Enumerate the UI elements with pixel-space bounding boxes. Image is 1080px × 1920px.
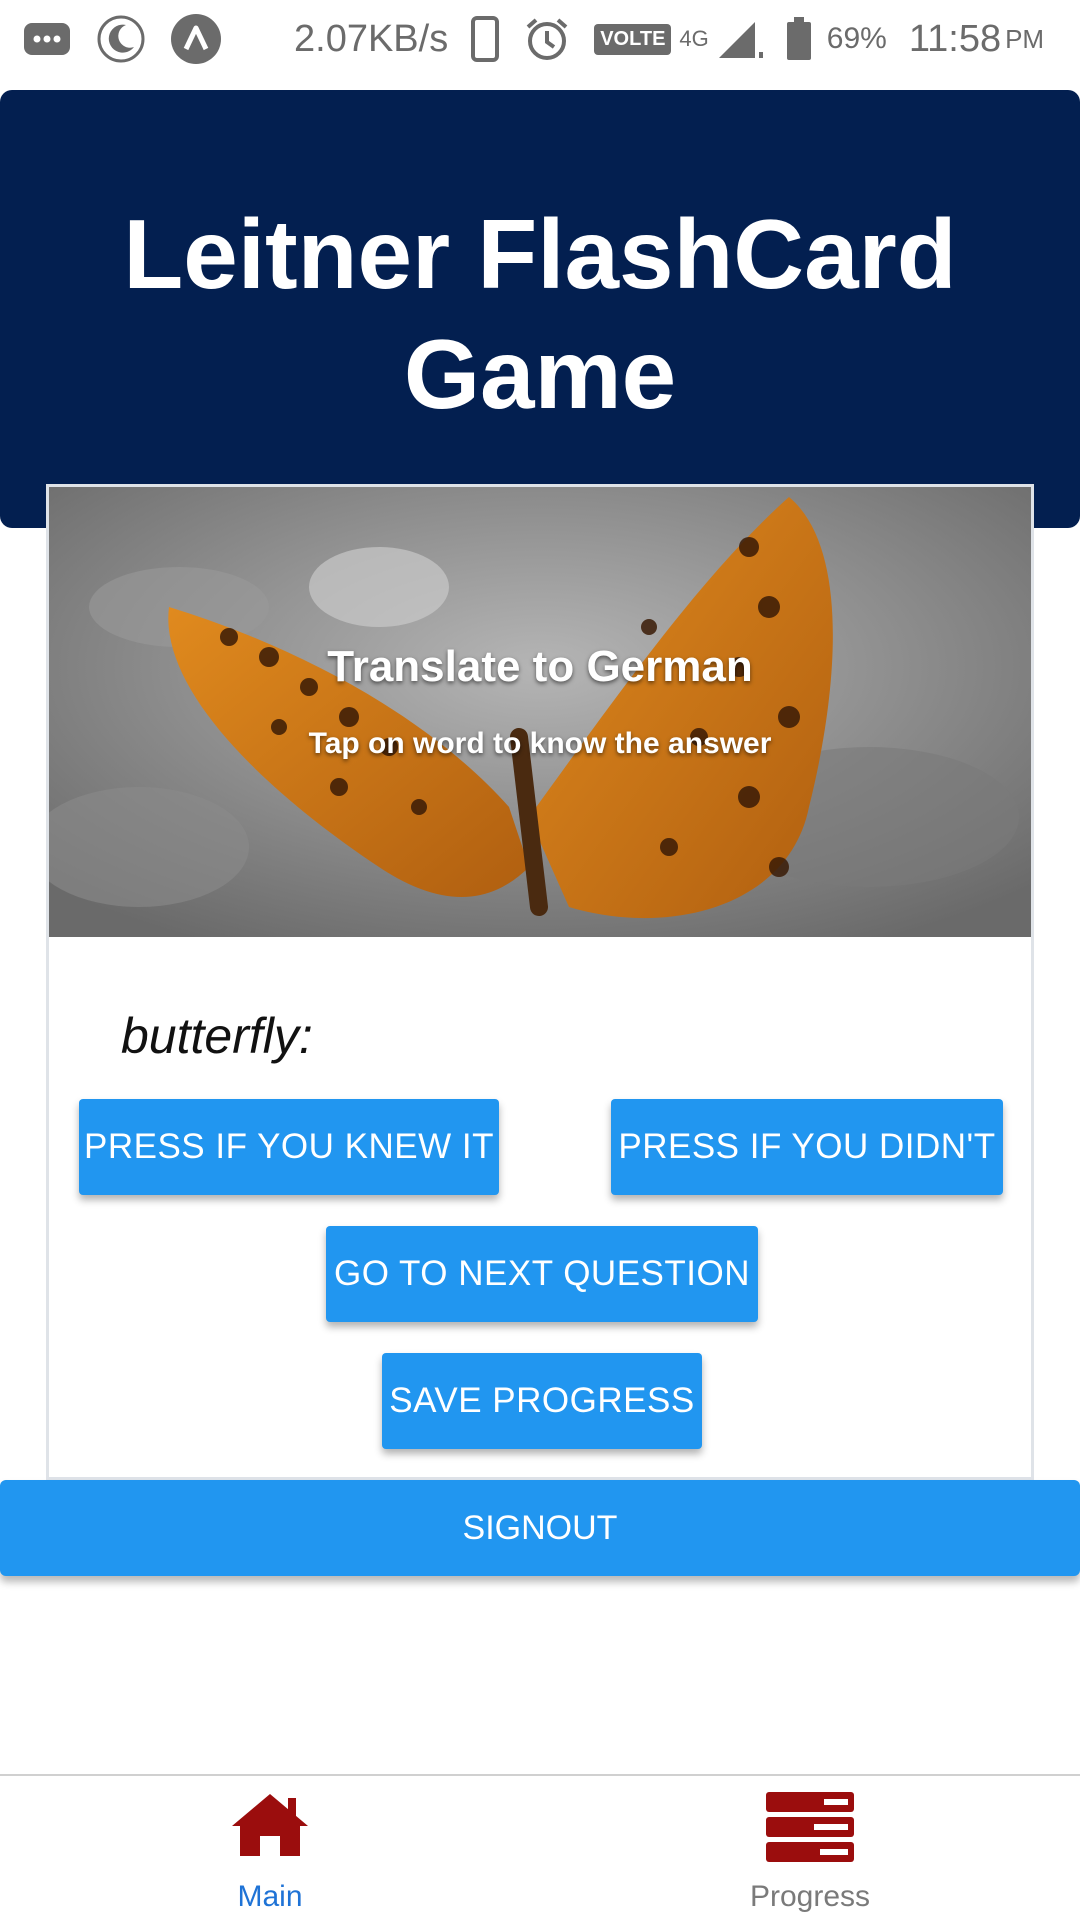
app-header: Leitner FlashCard Game xyxy=(0,90,1080,528)
bottom-navigation: Main Progress xyxy=(0,1774,1080,1920)
alarm-icon xyxy=(524,16,570,62)
signout-button[interactable]: SIGNOUT xyxy=(0,1480,1080,1576)
home-icon xyxy=(0,1790,540,1860)
nav-label-progress: Progress xyxy=(749,1880,871,1913)
battery-icon xyxy=(785,15,813,63)
nav-item-progress[interactable]: Progress xyxy=(540,1776,1080,1920)
next-question-button[interactable]: GO TO NEXT QUESTION xyxy=(326,1226,758,1322)
network-type: 4G xyxy=(679,26,709,51)
app-icon xyxy=(170,13,222,65)
progress-icon xyxy=(540,1790,1080,1864)
clock-period: PM xyxy=(1005,23,1045,54)
instruction-title: Translate to German xyxy=(327,642,753,691)
status-bar: 2.07KB/s VOLTE 4G 69% 11:58 PM xyxy=(0,0,1080,78)
instruction-subtitle: Tap on word to know the answer xyxy=(308,727,772,760)
flashcard: Translate to German Tap on word to know … xyxy=(46,484,1034,1480)
save-progress-button[interactable]: SAVE PROGRESS xyxy=(382,1353,702,1449)
volte-badge: VOLTE xyxy=(594,23,672,55)
night-mode-icon xyxy=(96,14,146,64)
butterfly-image xyxy=(49,487,1031,937)
clock-time: 11:58 xyxy=(908,17,1002,60)
signal-icon xyxy=(715,16,765,62)
flashcard-word[interactable]: butterfly: xyxy=(121,1007,313,1065)
phone-icon xyxy=(470,15,500,63)
knew-it-button[interactable]: PRESS IF YOU KNEW IT xyxy=(79,1099,499,1195)
didnt-know-button[interactable]: PRESS IF YOU DIDN'T xyxy=(611,1099,1003,1195)
nav-item-main[interactable]: Main xyxy=(0,1776,540,1920)
card-image[interactable]: Translate to German Tap on word to know … xyxy=(49,487,1031,937)
nav-label-main: Main xyxy=(237,1880,303,1913)
network-speed: 2.07KB/s xyxy=(294,17,449,60)
battery-percent: 69% xyxy=(826,22,887,55)
message-icon xyxy=(22,19,72,59)
page-title: Leitner FlashCard Game xyxy=(123,199,957,429)
